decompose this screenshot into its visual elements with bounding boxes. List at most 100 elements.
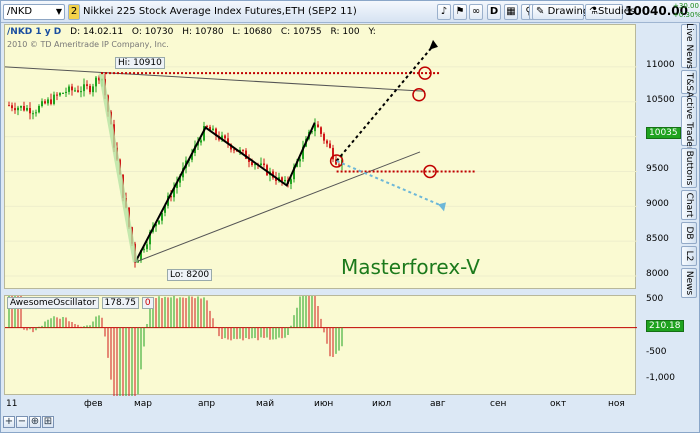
link-badge-text: 2 <box>70 6 78 17</box>
price-change-pct: +0.30% <box>673 11 700 19</box>
app-window: /NKD ▼ 2 Nikkei 225 Stock Average Index … <box>0 0 700 433</box>
last-price-box: 10035 <box>646 127 681 139</box>
oscillator-panel[interactable]: AwesomeOscillator 178.75 0 <box>4 295 637 396</box>
time-tick-label: мар <box>134 399 153 409</box>
candle-body <box>329 143 331 148</box>
candle-body <box>83 84 85 92</box>
oscillator-last-box: 210.18 <box>646 320 684 332</box>
candle-body <box>50 99 52 104</box>
oscillator-header: AwesomeOscillator 178.75 0 <box>7 297 154 309</box>
price-chart-svg[interactable] <box>5 25 637 290</box>
price-tick-label: 9500 <box>646 164 669 175</box>
tab-db[interactable]: DB <box>681 222 697 244</box>
candle-body <box>80 91 82 93</box>
bearish-forecast-arrow <box>336 160 444 208</box>
candle-body <box>233 149 235 151</box>
support-trendline <box>135 151 421 263</box>
candle-body <box>56 94 58 96</box>
candle-body <box>320 127 322 134</box>
period-d-button[interactable]: D <box>487 4 501 20</box>
price-chart-panel[interactable]: /NKD 1 y D D: 14.02.11 O: 10730 H: 10780… <box>4 24 637 290</box>
chevron-down-icon[interactable]: ▼ <box>56 5 62 19</box>
bell-icon[interactable]: ♪ <box>437 4 451 20</box>
candle-body <box>20 106 22 108</box>
candle-body <box>44 101 46 104</box>
tab-active-trader-label: Active Trader <box>684 91 694 151</box>
tab-chart-label: Chart <box>684 192 694 218</box>
time-tick-label: апр <box>198 399 216 409</box>
arrow-head-up <box>429 39 438 50</box>
scroll-icon[interactable]: ⊞ <box>42 416 54 428</box>
price-tick-label: 9000 <box>646 199 669 210</box>
candle-body <box>74 90 76 92</box>
candle-body <box>23 106 25 111</box>
zoom-in-icon[interactable]: + <box>3 416 15 428</box>
tab-time-sales[interactable]: T&S <box>681 70 697 94</box>
info-low: L: 10680 <box>232 27 272 37</box>
price-tick-label: 8000 <box>646 269 669 280</box>
oscillator-value: 178.75 <box>101 297 140 309</box>
candle-body <box>224 135 226 139</box>
info-high: H: 10780 <box>182 27 224 37</box>
candle-body <box>71 86 73 91</box>
tab-news[interactable]: News <box>681 268 697 298</box>
time-tick-label: июл <box>372 399 392 409</box>
tab-live-news[interactable]: Live News <box>681 23 697 69</box>
candle-body <box>68 86 70 92</box>
oscillator-param: 0 <box>141 297 154 309</box>
tab-l2-label: L2 <box>684 250 694 262</box>
candle-body <box>53 94 55 104</box>
candle-body <box>290 179 292 184</box>
candle-body <box>260 163 262 166</box>
grid-icon[interactable]: ▦ <box>504 4 518 20</box>
candle-body <box>89 85 91 93</box>
candle-body <box>263 163 265 166</box>
right-sidebar: Live News T&S Active Trader Buttons Char… <box>681 23 699 424</box>
candle-body <box>212 128 214 131</box>
symbol-description: Nikkei 225 Stock Average Index Futures,E… <box>83 6 357 17</box>
copyright-text: 2010 © TD Ameritrade IP Company, Inc. <box>7 40 169 49</box>
candle-body <box>77 90 79 92</box>
oscillator-tick-label: 500 <box>646 294 664 305</box>
magnify-icon[interactable]: ⊕ <box>29 416 41 428</box>
high-label: Hi: 10910 <box>115 57 165 69</box>
symbol-input[interactable]: /NKD ▼ <box>3 4 65 20</box>
candle-body <box>35 112 37 114</box>
candle-body <box>59 92 61 96</box>
candle-body <box>29 108 31 114</box>
tab-l2[interactable]: L2 <box>681 246 697 266</box>
bullish-forecast-arrow <box>335 45 434 162</box>
candle-body <box>65 91 67 93</box>
symbol-text: /NKD <box>7 6 33 17</box>
candle-body <box>284 179 286 182</box>
candle-body <box>317 124 319 128</box>
time-tick-label: ноя <box>608 399 625 409</box>
oscillator-svg[interactable] <box>5 296 637 396</box>
studies-button[interactable]: ⚗Studies <box>585 4 635 20</box>
candle-body <box>14 108 16 111</box>
candle-body <box>92 86 94 93</box>
oscillator-tick-label: -1,000 <box>646 373 676 384</box>
candle-body <box>41 101 43 106</box>
candle-body <box>146 244 148 250</box>
candle-body <box>143 249 145 251</box>
tab-buttons-label: Buttons <box>684 150 694 186</box>
drawings-button[interactable]: ✎ Drawings <box>532 4 594 20</box>
price-tick-label: 8500 <box>646 234 669 245</box>
flag-icon[interactable]: ⚑ <box>453 4 467 20</box>
tab-active-trader[interactable]: Active Trader <box>681 91 697 151</box>
candle-body <box>242 149 244 151</box>
tab-chart[interactable]: Chart <box>681 190 697 220</box>
link-icon[interactable]: ∞ <box>469 4 483 20</box>
oscillator-name[interactable]: AwesomeOscillator <box>7 297 99 309</box>
time-tick-label: сен <box>490 399 507 409</box>
info-open: O: 10730 <box>131 27 174 37</box>
tab-buttons[interactable]: Buttons <box>681 148 697 188</box>
candle-body <box>17 107 19 111</box>
time-tick-label: авг <box>430 399 446 409</box>
time-tick-label: май <box>256 399 275 409</box>
link-badge[interactable]: 2 <box>68 4 80 20</box>
info-y: Y: <box>368 27 376 37</box>
pencil-icon: ✎ <box>536 6 545 17</box>
zoom-out-icon[interactable]: − <box>16 416 28 428</box>
